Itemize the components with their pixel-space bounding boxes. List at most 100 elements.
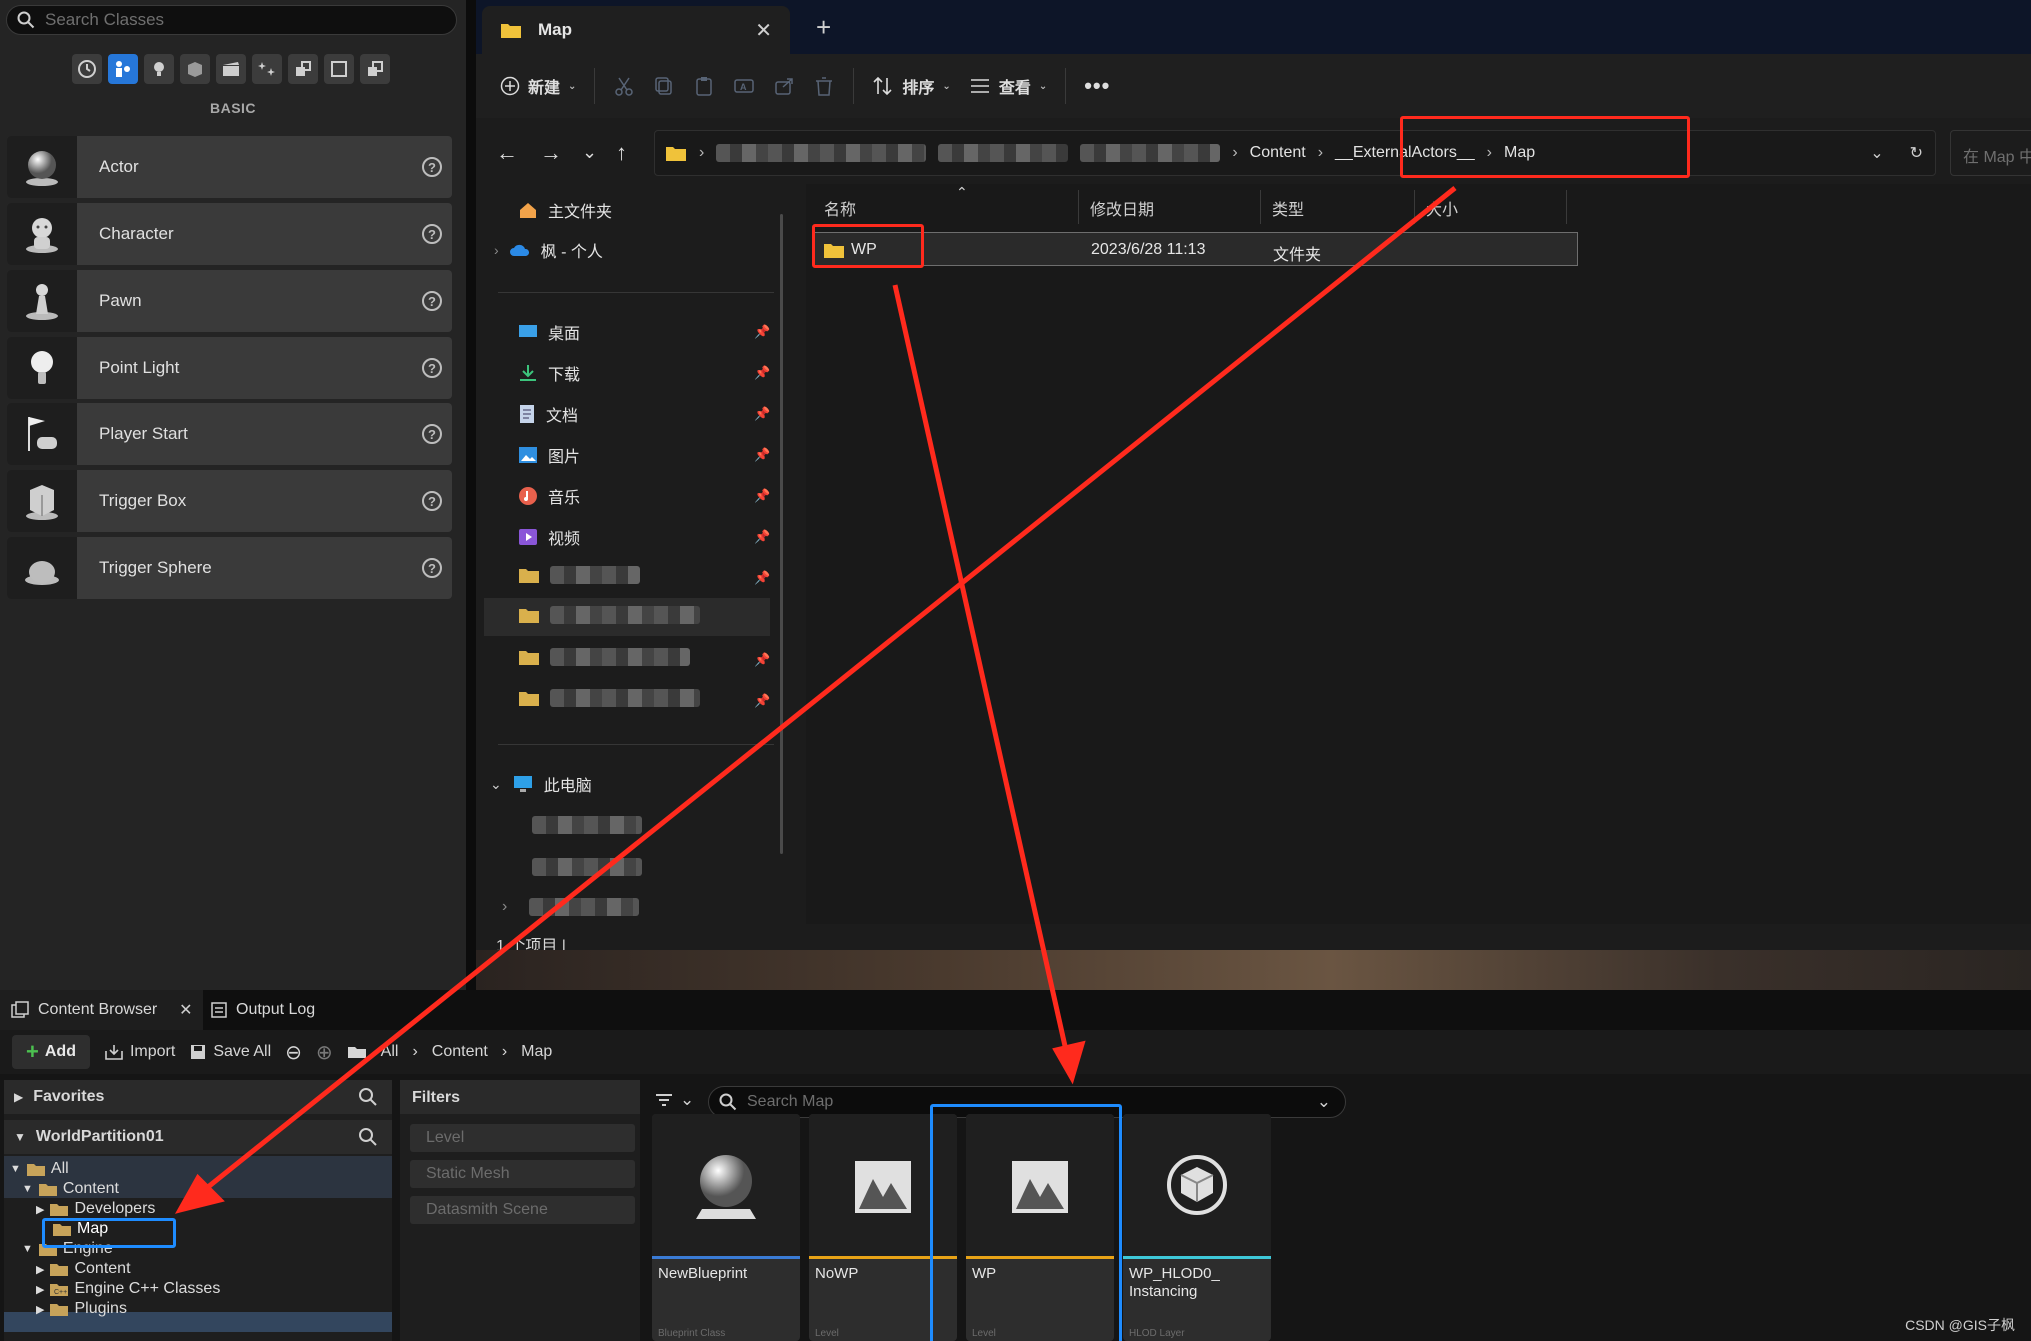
- history-forward-icon[interactable]: ⊕: [316, 1040, 333, 1065]
- nav-item-drive[interactable]: [532, 858, 642, 876]
- cinematic-icon[interactable]: [216, 54, 246, 84]
- rename-icon[interactable]: A: [733, 75, 755, 97]
- column-name-header[interactable]: 名称: [824, 196, 856, 220]
- filter-dropdown[interactable]: ⌄: [654, 1090, 694, 1110]
- nav-item-home[interactable]: 主文件夹: [518, 198, 612, 222]
- close-icon[interactable]: ✕: [179, 1000, 192, 1020]
- search-icon[interactable]: [358, 1127, 378, 1147]
- help-icon[interactable]: ?: [422, 424, 442, 444]
- tab-content-browser[interactable]: Content Browser ✕: [0, 990, 203, 1030]
- nav-item-documents[interactable]: 文档: [518, 402, 578, 426]
- paste-icon[interactable]: [693, 75, 715, 97]
- path-crumb-content[interactable]: Content: [432, 1043, 488, 1061]
- nav-item-this-pc[interactable]: ⌄ 此电脑: [490, 772, 592, 796]
- filter-static-mesh[interactable]: Static Mesh: [410, 1160, 635, 1188]
- recent-locations-icon[interactable]: ⌄: [582, 142, 597, 163]
- help-icon[interactable]: ?: [422, 224, 442, 244]
- column-size-header[interactable]: 大小: [1426, 196, 1458, 220]
- actor-item-point-light[interactable]: Point Light ?: [7, 337, 452, 399]
- up-arrow-icon[interactable]: ↑: [616, 140, 627, 166]
- column-type-header[interactable]: 类型: [1272, 196, 1304, 220]
- column-divider[interactable]: [1414, 190, 1415, 224]
- shapes-icon[interactable]: [180, 54, 210, 84]
- filter-datasmith-scene[interactable]: Datasmith Scene: [410, 1196, 635, 1224]
- chevron-down-icon[interactable]: ⌄: [1317, 1092, 1331, 1112]
- refresh-icon[interactable]: ↻: [1910, 143, 1923, 163]
- nav-item-music[interactable]: 音乐: [518, 484, 580, 508]
- actor-item-trigger-box[interactable]: Trigger Box ?: [7, 470, 452, 532]
- filter-level[interactable]: Level: [410, 1124, 635, 1152]
- column-divider[interactable]: [1566, 190, 1567, 224]
- geometry-icon[interactable]: [324, 54, 354, 84]
- help-icon[interactable]: ?: [422, 291, 442, 311]
- visual-effects-icon[interactable]: [252, 54, 282, 84]
- actor-item-character[interactable]: Character ?: [7, 203, 452, 265]
- help-icon[interactable]: ?: [422, 157, 442, 177]
- volumes-icon[interactable]: [288, 54, 318, 84]
- save-all-button[interactable]: Save All: [189, 1043, 271, 1061]
- nav-item-drive[interactable]: [532, 816, 642, 834]
- add-button[interactable]: + Add: [12, 1035, 90, 1069]
- help-icon[interactable]: ?: [422, 558, 442, 578]
- back-arrow-icon[interactable]: ←: [496, 140, 518, 166]
- copy-icon[interactable]: [653, 75, 675, 97]
- share-icon[interactable]: [773, 75, 795, 97]
- search-icon[interactable]: [358, 1087, 378, 1107]
- new-button[interactable]: 新建 ⌄: [500, 74, 576, 98]
- nav-item-drive[interactable]: ›: [502, 898, 640, 916]
- breadcrumb-content[interactable]: Content: [1250, 144, 1306, 162]
- tree-item-developers[interactable]: ▶ Developers: [36, 1200, 155, 1218]
- nav-item-onedrive[interactable]: › 枫 - 个人: [494, 238, 603, 262]
- basic-icon[interactable]: [108, 54, 138, 84]
- column-modified-header[interactable]: 修改日期: [1090, 196, 1154, 220]
- delete-icon[interactable]: [813, 75, 835, 97]
- forward-arrow-icon[interactable]: →: [540, 140, 562, 166]
- asset-tile-wp-hlod0-instancing[interactable]: WP_HLOD0_ Instancing HLOD Layer: [1123, 1114, 1271, 1341]
- chevron-down-icon[interactable]: ⌄: [1870, 143, 1883, 163]
- nav-scrollbar[interactable]: [780, 214, 783, 854]
- tree-item-content[interactable]: ▼ Content: [22, 1180, 119, 1198]
- project-header[interactable]: ▼ WorldPartition01: [4, 1120, 392, 1154]
- view-button[interactable]: 查看 ⌄: [969, 74, 1047, 98]
- actor-item-player-start[interactable]: Player Start ?: [7, 403, 452, 465]
- actor-item-pawn[interactable]: Pawn ?: [7, 270, 452, 332]
- recent-icon[interactable]: [72, 54, 102, 84]
- nav-item-downloads[interactable]: 下载: [518, 361, 580, 385]
- nav-item-redacted[interactable]: [518, 689, 700, 707]
- all-classes-icon[interactable]: [360, 54, 390, 84]
- tree-item-all[interactable]: ▼ All: [10, 1160, 69, 1178]
- actor-item-trigger-sphere[interactable]: Trigger Sphere ?: [7, 537, 452, 599]
- path-crumb-all[interactable]: All: [381, 1043, 399, 1061]
- nav-item-redacted[interactable]: [518, 566, 640, 584]
- column-divider[interactable]: [1260, 190, 1261, 224]
- nav-item-desktop[interactable]: 桌面: [518, 320, 580, 344]
- panel-divider[interactable]: [466, 0, 476, 990]
- tab-output-log[interactable]: Output Log: [200, 990, 325, 1030]
- asset-tile-newblueprint[interactable]: NewBlueprint Blueprint Class: [652, 1114, 800, 1341]
- search-classes-input[interactable]: Search Classes: [6, 5, 457, 35]
- column-divider[interactable]: [1078, 190, 1079, 224]
- nav-item-pictures[interactable]: 图片: [518, 443, 580, 467]
- nav-item-redacted[interactable]: [518, 648, 690, 666]
- favorites-header[interactable]: ▶ Favorites: [4, 1080, 392, 1114]
- tree-item-engine-cpp[interactable]: ▶ C++ Engine C++ Classes: [36, 1280, 220, 1298]
- address-bar[interactable]: › › Content › __ExternalActors__ › Map ⌄…: [654, 130, 1936, 176]
- tree-item-engine-content[interactable]: ▶ Content: [36, 1260, 131, 1278]
- nav-item-videos[interactable]: 视频: [518, 525, 580, 549]
- tree-item-plugins[interactable]: ▶ Plugins: [36, 1300, 127, 1318]
- cut-icon[interactable]: [613, 75, 635, 97]
- actor-item-actor[interactable]: Actor ?: [7, 136, 452, 198]
- explorer-search-input[interactable]: 在 Map 中搜索: [1950, 130, 2031, 176]
- help-icon[interactable]: ?: [422, 491, 442, 511]
- lights-icon[interactable]: [144, 54, 174, 84]
- file-row[interactable]: WP 2023/6/28 11:13 文件夹: [814, 232, 1578, 266]
- explorer-tab[interactable]: Map ✕: [482, 6, 790, 54]
- help-icon[interactable]: ?: [422, 358, 442, 378]
- close-icon[interactable]: ✕: [755, 18, 772, 43]
- nav-item-redacted[interactable]: [518, 606, 700, 624]
- sort-button[interactable]: 排序 ⌄: [872, 74, 951, 98]
- new-tab-icon[interactable]: +: [816, 12, 831, 43]
- more-options-icon[interactable]: •••: [1084, 73, 1110, 99]
- path-crumb-map[interactable]: Map: [521, 1043, 552, 1061]
- history-back-icon[interactable]: ⊖: [285, 1040, 302, 1065]
